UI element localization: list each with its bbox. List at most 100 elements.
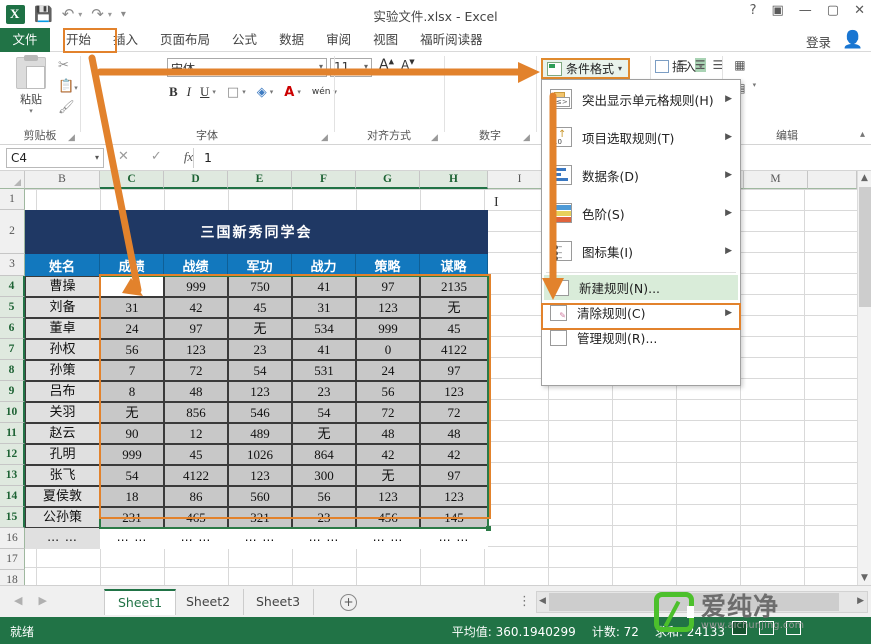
- table-header-tactics[interactable]: 策略: [356, 254, 420, 276]
- row-header-2[interactable]: 2: [0, 210, 25, 254]
- cancel-formula-icon[interactable]: ✕: [118, 149, 129, 165]
- tab-page-layout[interactable]: 页面布局: [149, 28, 221, 52]
- cell-value[interactable]: 123: [420, 486, 488, 507]
- cell-value[interactable]: 8: [100, 381, 164, 402]
- add-sheet-button[interactable]: +: [340, 594, 357, 611]
- name-box[interactable]: C4 ▾: [6, 148, 104, 168]
- row-header-11[interactable]: 11: [0, 423, 25, 444]
- row-header-4[interactable]: 4: [0, 276, 25, 297]
- cf-menu-item-clear-rules[interactable]: ✎ 清除规则(C) ▶: [542, 300, 740, 325]
- cell-value[interactable]: 489: [228, 423, 292, 444]
- cell-value[interactable]: 72: [164, 360, 228, 381]
- close-button[interactable]: ✕: [854, 4, 865, 18]
- cell-value[interactable]: 56: [292, 486, 356, 507]
- cell-value[interactable]: 300: [292, 465, 356, 486]
- cell-value[interactable]: 45: [228, 297, 292, 318]
- row-header-15[interactable]: 15: [0, 507, 25, 528]
- tab-review[interactable]: 审阅: [315, 28, 362, 52]
- row-header-6[interactable]: 6: [0, 318, 25, 339]
- cf-menu-item-highlight-cells[interactable]: ≤> 突出显示单元格规则(H) ▶: [542, 80, 740, 118]
- cell-value[interactable]: 123: [228, 381, 292, 402]
- col-header-H[interactable]: H: [420, 171, 488, 189]
- ribbon-display-options-icon[interactable]: ▣: [772, 4, 784, 18]
- fill-color-icon[interactable]: ◈: [257, 85, 267, 100]
- table-header-name[interactable]: 姓名: [25, 254, 100, 276]
- cell-value[interactable]: 31: [292, 297, 356, 318]
- table-header-power[interactable]: 战力: [292, 254, 356, 276]
- cell-value[interactable]: 54: [228, 360, 292, 381]
- cell-value[interactable]: 534: [292, 318, 356, 339]
- cell-value[interactable]: 1: [100, 276, 164, 297]
- cell-value[interactable]: 45: [164, 444, 228, 465]
- cell-value[interactable]: 856: [164, 402, 228, 423]
- cell-value[interactable]: 90: [100, 423, 164, 444]
- cf-menu-item-color-scales[interactable]: 色阶(S) ▶: [542, 194, 740, 232]
- tab-file[interactable]: 文件: [0, 28, 50, 52]
- cell-value[interactable]: 97: [164, 318, 228, 339]
- sheet-tab-sheet3[interactable]: Sheet3: [243, 589, 314, 615]
- font-dialog-launcher[interactable]: ◢: [321, 133, 330, 142]
- cell-value[interactable]: 23: [228, 339, 292, 360]
- underline-dropdown-icon[interactable]: ▾: [212, 88, 216, 96]
- cell-value[interactable]: 999: [164, 276, 228, 297]
- font-name-input[interactable]: 宋体 ▾: [167, 58, 327, 77]
- cell-value[interactable]: 531: [292, 360, 356, 381]
- cell-name[interactable]: 张飞: [25, 465, 100, 486]
- cell-value[interactable]: 97: [420, 360, 488, 381]
- row-header-12[interactable]: 12: [0, 444, 25, 465]
- cell-value[interactable]: 999: [356, 318, 420, 339]
- vertical-scrollbar[interactable]: ▲ ▼: [857, 171, 871, 585]
- cell-value[interactable]: 48: [356, 423, 420, 444]
- cell-value[interactable]: 无: [100, 402, 164, 423]
- table-header-score[interactable]: 成绩: [100, 254, 164, 276]
- cell-value[interactable]: 24: [100, 318, 164, 339]
- number-dialog-launcher[interactable]: ◢: [523, 133, 532, 142]
- cell-value[interactable]: 23: [292, 381, 356, 402]
- minimize-button[interactable]: —: [799, 4, 812, 18]
- cell-value[interactable]: 546: [228, 402, 292, 423]
- cell-value[interactable]: 145: [420, 507, 488, 528]
- cell-value[interactable]: 7: [100, 360, 164, 381]
- scroll-left-icon[interactable]: ◀: [539, 596, 546, 606]
- collapse-ribbon-icon[interactable]: ▴: [860, 129, 865, 140]
- vertical-scroll-thumb[interactable]: [859, 187, 871, 307]
- row-header-1[interactable]: 1: [0, 189, 25, 210]
- cell-value[interactable]: 1026: [228, 444, 292, 465]
- row-header-5[interactable]: 5: [0, 297, 25, 318]
- formula-input[interactable]: 1: [200, 148, 857, 168]
- bold-button[interactable]: B: [169, 84, 178, 100]
- row-header-3[interactable]: 3: [0, 254, 25, 276]
- cell-value[interactable]: 48: [164, 381, 228, 402]
- cell-name[interactable]: 曹操: [25, 276, 100, 297]
- cell-value[interactable]: 42: [356, 444, 420, 465]
- next-sheet-icon[interactable]: ▶: [38, 594, 46, 607]
- cell-value[interactable]: 97: [420, 465, 488, 486]
- cell-value[interactable]: … …: [164, 528, 228, 549]
- cell-value[interactable]: 42: [164, 297, 228, 318]
- cell-name[interactable]: 关羽: [25, 402, 100, 423]
- fill-color-dropdown-icon[interactable]: ▾: [270, 88, 274, 96]
- cell-value[interactable]: 41: [292, 276, 356, 297]
- cell-value[interactable]: 321: [228, 507, 292, 528]
- cell-name[interactable]: 公孙策: [25, 507, 100, 528]
- col-header-C[interactable]: C: [100, 171, 164, 189]
- alignment-dialog-launcher[interactable]: ◢: [431, 133, 440, 142]
- cell-name[interactable]: 夏侯敦: [25, 486, 100, 507]
- table-header-strategy[interactable]: 谋略: [420, 254, 488, 276]
- cell-value[interactable]: 31: [100, 297, 164, 318]
- cell-value[interactable]: 72: [420, 402, 488, 423]
- select-all-corner[interactable]: [0, 171, 25, 189]
- cell-value[interactable]: 0: [356, 339, 420, 360]
- phonetic-guide-icon[interactable]: wén: [312, 87, 331, 97]
- sheet-title-cell[interactable]: 三国新秀同学会: [25, 210, 488, 254]
- cell-name[interactable]: 孙权: [25, 339, 100, 360]
- col-header-D[interactable]: D: [164, 171, 228, 189]
- cell-name[interactable]: 董卓: [25, 318, 100, 339]
- row-header-16[interactable]: 16: [0, 528, 25, 549]
- cf-menu-item-icon-sets[interactable]: ●─●─●─ 图标集(I) ▶: [542, 232, 740, 270]
- cf-menu-item-data-bars[interactable]: 数据条(D) ▶: [542, 156, 740, 194]
- row-header-8[interactable]: 8: [0, 360, 25, 381]
- previous-sheet-icon[interactable]: ◀: [14, 594, 22, 607]
- col-header-N[interactable]: [808, 171, 857, 189]
- tab-foxit-reader[interactable]: 福昕阅读器: [409, 28, 494, 52]
